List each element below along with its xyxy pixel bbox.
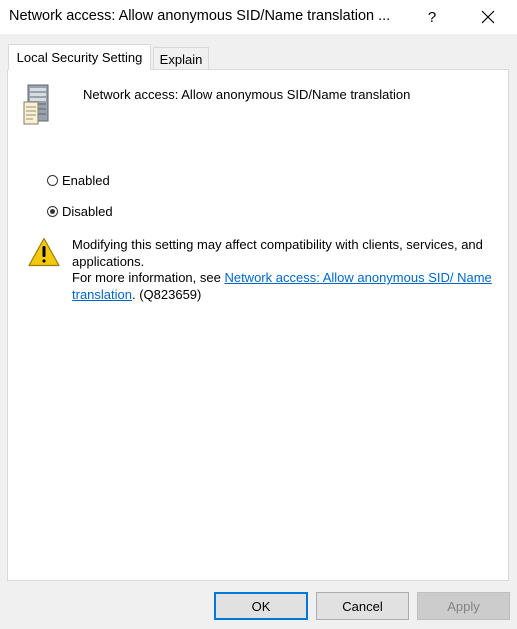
warning-line2-prefix: For more information, see: [72, 270, 225, 285]
enabled-radio[interactable]: [47, 175, 58, 186]
disabled-radio[interactable]: [47, 206, 58, 217]
cancel-button[interactable]: Cancel: [316, 592, 409, 620]
window-title: Network access: Allow anonymous SID/Name…: [9, 8, 391, 24]
disabled-radio-option[interactable]: Disabled: [47, 204, 113, 219]
close-button[interactable]: [472, 0, 504, 34]
close-icon: [481, 10, 495, 24]
warning-line1: Modifying this setting may affect compat…: [72, 237, 483, 269]
ok-button[interactable]: OK: [214, 592, 308, 620]
tab-panel: [7, 69, 509, 581]
policy-name: Network access: Allow anonymous SID/Name…: [83, 87, 411, 102]
enabled-label: Enabled: [62, 173, 110, 188]
disabled-label: Disabled: [62, 204, 113, 219]
warning-line2-suffix: . (Q823659): [131, 286, 202, 302]
tab-explain[interactable]: Explain: [153, 47, 209, 70]
title-bar: Network access: Allow anonymous SID/Name…: [0, 0, 517, 34]
warning-message: Modifying this setting may affect compat…: [72, 237, 492, 303]
apply-button[interactable]: Apply: [417, 592, 510, 620]
enabled-radio-option[interactable]: Enabled: [47, 173, 110, 188]
warning-icon: [28, 237, 60, 267]
server-policy-icon: [23, 84, 49, 125]
tab-local-security-setting[interactable]: Local Security Setting: [8, 44, 151, 70]
help-button[interactable]: ?: [416, 0, 448, 34]
